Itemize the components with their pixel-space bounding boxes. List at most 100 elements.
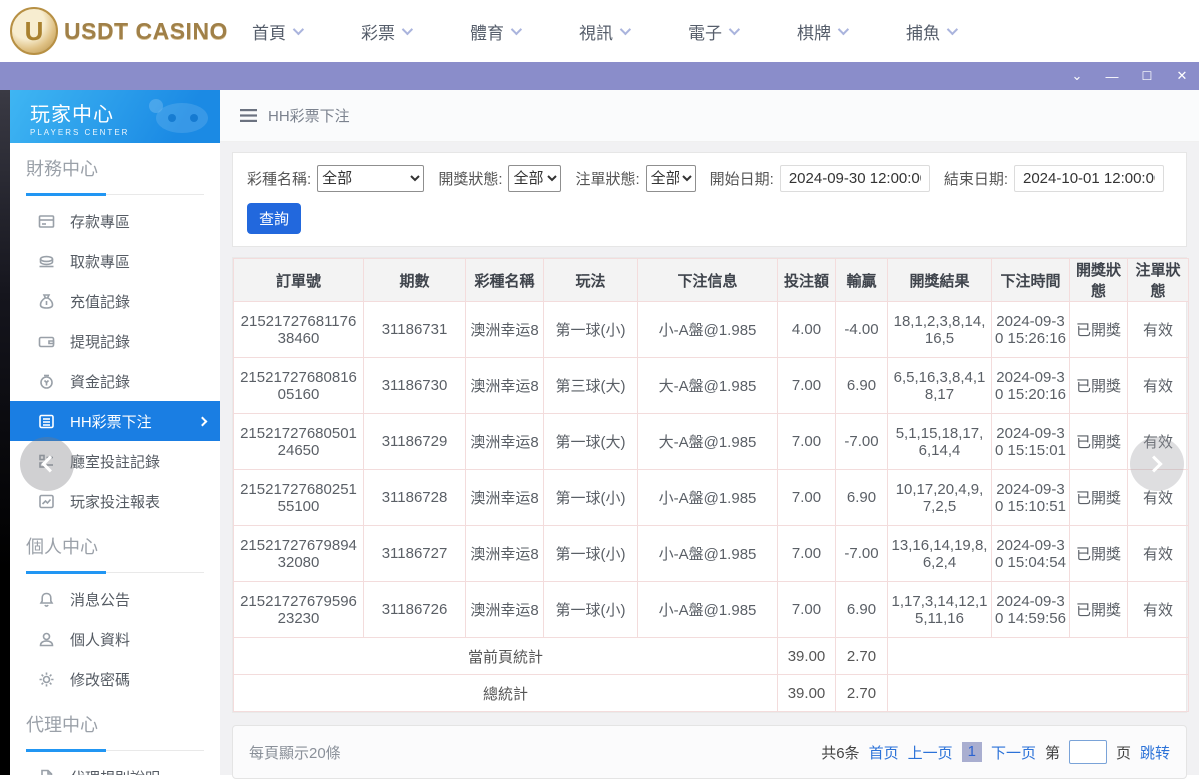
nav-item-boardgames[interactable]: 棋牌 <box>797 19 850 44</box>
filter-row: 彩種名稱: 全部 開獎狀態: 全部 注單狀態: 全部 開始日期: 結束日期: <box>247 165 1172 192</box>
table-row: 2152172767989432080 31186727 澳洲幸运8 第一球(小… <box>233 525 1189 582</box>
cell-draw-result: 5,1,15,18,17,6,14,4 <box>887 413 992 470</box>
bet-status-select[interactable]: 全部 <box>645 165 696 192</box>
cell-draw-status: 已開獎 <box>1069 357 1128 414</box>
bets-table-panel: 訂單號 期數 彩種名稱 玩法 下注信息 投注額 輸贏 開獎結果 下注時間 開獎狀… <box>232 257 1189 713</box>
sidebar-item-label: 廳室投註記錄 <box>70 453 161 471</box>
sidebar-item-change-password[interactable]: 修改密碼 <box>10 659 220 699</box>
sidebar-item-deposit[interactable]: 存款專區 <box>10 201 220 241</box>
cell-bet-info: 大-A盤@1.985 <box>637 413 778 470</box>
scroll-right-button[interactable] <box>1130 437 1184 491</box>
top-navbar: U USDT CASINO 首頁 彩票 體育 視訊 電子 棋牌 捕魚 <box>0 0 1199 62</box>
total-summary-label: 總統計 <box>233 674 778 712</box>
cell-draw-result: 10,17,20,4,9,7,2,5 <box>887 469 992 526</box>
col-play: 玩法 <box>543 258 638 302</box>
cell-bet-status: 有效 <box>1127 357 1189 414</box>
sidebar-item-withdrawal-record[interactable]: 提現記錄 <box>10 321 220 361</box>
cell-period: 31186731 <box>363 301 466 358</box>
nav-label: 棋牌 <box>797 23 831 43</box>
nav-item-fishing[interactable]: 捕魚 <box>906 19 959 44</box>
sidebar-section-personal: 個人中心 <box>26 533 204 574</box>
nav-item-lottery[interactable]: 彩票 <box>361 19 414 44</box>
page-summary-bet-amount: 39.00 <box>777 637 836 675</box>
report-chart-icon <box>38 493 55 510</box>
total-summary-bet-amount: 39.00 <box>777 674 836 712</box>
lottery-name-select[interactable]: 全部 <box>317 165 425 192</box>
total-summary-row: 總統計 39.00 2.70 <box>233 674 1189 712</box>
hamburger-menu-icon[interactable] <box>240 109 257 122</box>
cell-period: 31186730 <box>363 357 466 414</box>
cell-order-id: 2152172768117638460 <box>233 301 364 358</box>
jump-prefix-label: 第 <box>1044 744 1060 762</box>
window-dropdown-icon[interactable]: ⌄ <box>1070 68 1084 84</box>
draw-status-label: 開獎狀態: <box>438 171 503 188</box>
window-maximize-icon[interactable]: ☐ <box>1140 69 1154 83</box>
nav-label: 捕魚 <box>906 23 940 43</box>
window-close-icon[interactable]: ✕ <box>1175 68 1189 84</box>
cell-win-loss: -7.00 <box>835 413 888 470</box>
document-icon <box>38 769 55 775</box>
nav-item-electronic[interactable]: 電子 <box>688 19 741 44</box>
sidebar-section-agent: 代理中心 <box>26 711 204 752</box>
nav-label: 體育 <box>470 23 504 43</box>
cell-period: 31186726 <box>363 581 466 638</box>
chevron-down-icon <box>292 23 305 36</box>
sidebar-item-agent-rules[interactable]: 代理規則說明 <box>10 757 220 775</box>
search-button[interactable]: 查詢 <box>247 203 301 234</box>
withdraw-icon <box>38 253 55 270</box>
collapse-left-button[interactable] <box>20 437 74 491</box>
sidebar-item-recharge-record[interactable]: 充值記錄 <box>10 281 220 321</box>
main-content: HH彩票下注 彩種名稱: 全部 開獎狀態: 全部 注單狀態: 全部 開始日期: … <box>220 90 1199 779</box>
cell-play: 第一球(小) <box>543 469 638 526</box>
cell-bet-time: 2024-09-30 14:59:56 <box>991 581 1070 638</box>
cell-draw-result: 13,16,14,19,8,6,2,4 <box>887 525 992 582</box>
cell-draw-status: 已開獎 <box>1069 525 1128 582</box>
page-number-input[interactable] <box>1068 740 1107 764</box>
sidebar-item-announcements[interactable]: 消息公告 <box>10 579 220 619</box>
sidebar-header: 玩家中心 PLAYERS CENTER <box>10 90 220 143</box>
person-icon <box>38 631 55 648</box>
cell-bet-amount: 7.00 <box>777 581 836 638</box>
chevron-down-icon <box>728 23 741 36</box>
window-titlebar: ⌄ — ☐ ✕ <box>0 62 1199 90</box>
sidebar-item-withdraw[interactable]: 取款專區 <box>10 241 220 281</box>
sidebar-item-label: 提現記錄 <box>70 333 131 351</box>
page-summary-win-loss: 2.70 <box>835 637 888 675</box>
sidebar-item-funds-record[interactable]: 資金記錄 <box>10 361 220 401</box>
nav-item-sports[interactable]: 體育 <box>470 19 523 44</box>
jump-link[interactable]: 跳转 <box>1140 742 1170 763</box>
chevron-right-icon <box>197 416 208 426</box>
start-date-input[interactable] <box>779 165 930 192</box>
cell-bet-amount: 7.00 <box>777 469 836 526</box>
current-page-badge[interactable]: 1 <box>961 742 982 762</box>
sidebar-item-label: 修改密碼 <box>70 671 131 689</box>
cell-bet-info: 小-A盤@1.985 <box>637 525 778 582</box>
sidebar-section-finance: 財務中心 <box>26 155 204 196</box>
table-header-row: 訂單號 期數 彩種名稱 玩法 下注信息 投注額 輸贏 開獎結果 下注時間 開獎狀… <box>233 258 1189 302</box>
first-page-link[interactable]: 首页 <box>869 742 899 763</box>
window-controls: ⌄ — ☐ ✕ <box>1070 62 1189 90</box>
cell-period: 31186728 <box>363 469 466 526</box>
gamepad-icon <box>149 99 208 133</box>
prev-page-link[interactable]: 上一页 <box>908 742 953 763</box>
nav-label: 電子 <box>688 23 722 43</box>
sidebar-item-profile[interactable]: 個人資料 <box>10 619 220 659</box>
sidebar-item-hh-lottery-bets[interactable]: HH彩票下注 <box>10 401 220 441</box>
nav-item-video[interactable]: 視訊 <box>579 19 632 44</box>
nav-item-home[interactable]: 首頁 <box>252 19 305 44</box>
draw-status-select[interactable]: 全部 <box>508 165 562 192</box>
cell-period: 31186727 <box>363 525 466 582</box>
end-date-input[interactable] <box>1014 165 1164 192</box>
total-count-label: 共6条 <box>821 744 860 762</box>
table-row: 2152172768050124650 31186729 澳洲幸运8 第一球(大… <box>233 413 1189 470</box>
col-bet-info: 下注信息 <box>637 258 778 302</box>
main-menu: 首頁 彩票 體育 視訊 電子 棋牌 捕魚 <box>252 0 959 62</box>
window-minimize-icon[interactable]: — <box>1105 69 1119 84</box>
cell-bet-time: 2024-09-30 15:26:16 <box>991 301 1070 358</box>
next-page-link[interactable]: 下一页 <box>991 742 1036 763</box>
sidebar-item-label: 玩家投注報表 <box>70 493 161 511</box>
col-draw-status: 開獎狀態 <box>1069 258 1128 302</box>
brand-logo[interactable]: U USDT CASINO <box>10 7 228 55</box>
cell-period: 31186729 <box>363 413 466 470</box>
sidebar-item-label: 存款專區 <box>70 213 131 231</box>
